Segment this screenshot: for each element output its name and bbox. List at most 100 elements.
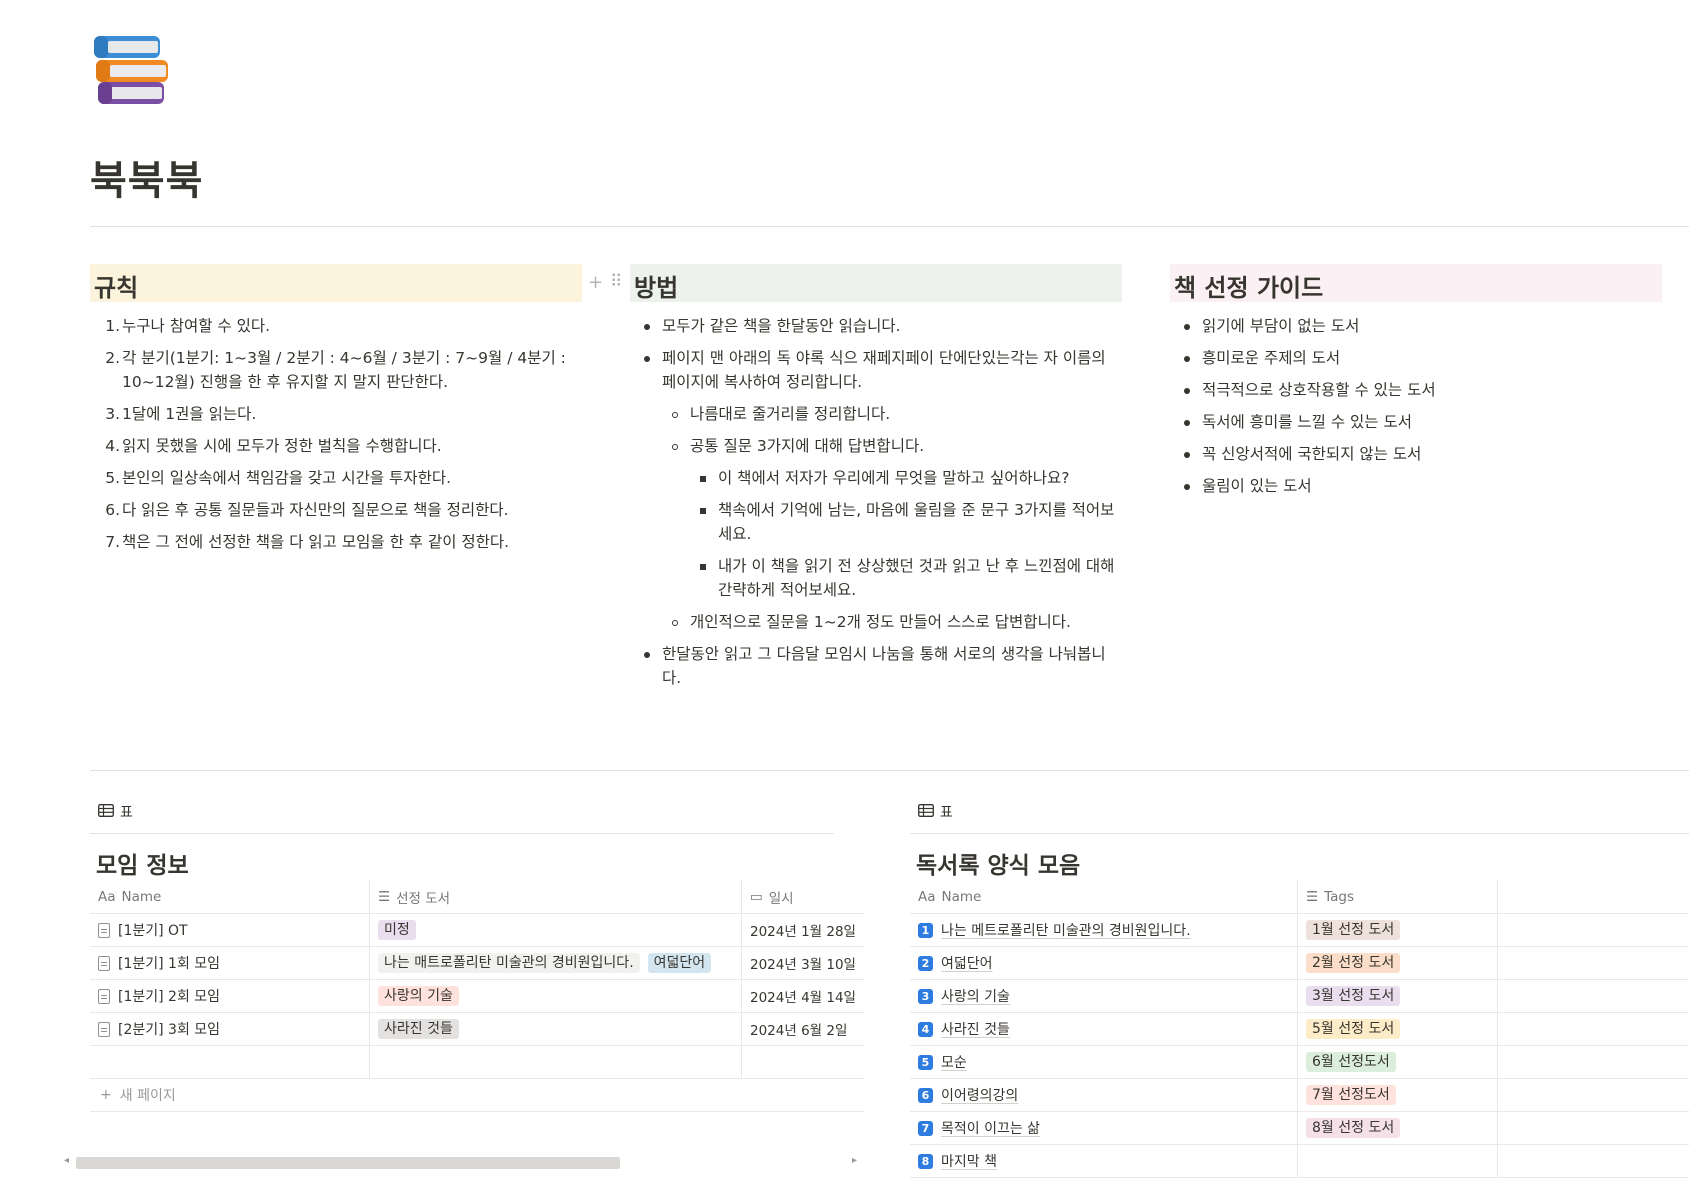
list-item[interactable]: 1. 누구나 참여할 수 있다.: [90, 314, 582, 338]
list-item[interactable]: 페이지 맨 아래의 독 야록 식으 재페지페이 단에단있는각는 자 이름의 페이…: [630, 346, 1122, 394]
tag-badge: 3월 선정 도서: [1306, 986, 1401, 1006]
books-stack-icon[interactable]: [92, 32, 168, 108]
table-row[interactable]: 5 모순 6월 선정도서: [910, 1046, 1689, 1079]
table-view-tab[interactable]: 표: [910, 800, 1689, 824]
column-header-tags[interactable]: ☰ Tags: [1298, 880, 1498, 913]
table-row[interactable]: [2분기] 3회 모임 사라진 것들 2024년 6월 2일: [90, 1013, 864, 1046]
list-item[interactable]: 7. 책은 그 전에 선정한 책을 다 읽고 모임을 한 후 같이 정한다.: [90, 530, 582, 554]
table-row[interactable]: 4 사라진 것들 5월 선정 도서: [910, 1013, 1689, 1046]
list-item[interactable]: 개인적으로 질문을 1~2개 정도 만들어 스스로 답변합니다.: [630, 610, 1122, 634]
bullet-icon: [700, 476, 706, 482]
list-item[interactable]: 적극적으로 상호작용할 수 있는 도서: [1170, 378, 1662, 402]
table-row[interactable]: [1분기] OT 미정 2024년 1월 28일: [90, 914, 864, 947]
add-block-icon[interactable]: +: [588, 272, 603, 293]
tag-badge: 6월 선정도서: [1306, 1052, 1396, 1072]
bullet-icon: [672, 444, 678, 450]
guide-column: 책 선정 가이드 읽기에 부담이 없는 도서 흥미로운 주제의 도서 적극적으로…: [1170, 264, 1662, 506]
list-item[interactable]: 책속에서 기억에 남는, 마음에 울림을 준 문구 3가지를 적어보세요.: [630, 498, 1122, 546]
method-heading[interactable]: 방법: [630, 264, 1122, 302]
list-item[interactable]: 이 책에서 저자가 우리에게 무엇을 말하고 싶어하나요?: [630, 466, 1122, 490]
list-item[interactable]: 내가 이 책을 읽기 전 상상했던 것과 읽고 난 후 느낀점에 대해 간략하게…: [630, 554, 1122, 602]
tag-badge: 8월 선정 도서: [1306, 1118, 1401, 1138]
list-item[interactable]: 2. 각 분기(1분기: 1~3월 / 2분기 : 4~6월 / 3분기 : 7~…: [90, 346, 582, 394]
empty-row[interactable]: [90, 1046, 864, 1079]
table-row[interactable]: 3 사랑의 기술 3월 선정 도서: [910, 980, 1689, 1013]
page-icon: [98, 1021, 110, 1037]
bullet-icon: [1184, 420, 1190, 426]
text-type-icon: Aa: [98, 888, 116, 905]
list-item[interactable]: 읽기에 부담이 없는 도서: [1170, 314, 1662, 338]
column-header-name[interactable]: Aa Name: [910, 880, 1298, 913]
scroll-left-icon[interactable]: ◂: [64, 1155, 69, 1166]
number-2-icon: 2: [918, 955, 933, 971]
text-type-icon: Aa: [918, 888, 936, 905]
table-header: Aa Name ☰ Tags: [910, 880, 1689, 914]
horizontal-scrollbar[interactable]: [76, 1157, 620, 1169]
page-icon: [98, 922, 110, 938]
list-item[interactable]: 흥미로운 주제의 도서: [1170, 346, 1662, 370]
list-type-icon: ☰: [1306, 888, 1319, 905]
bullet-icon: [1184, 324, 1190, 330]
list-item[interactable]: 한달동안 읽고 그 다음달 모임시 나눔을 통해 서로의 생각을 나눠봅니다.: [630, 642, 1122, 690]
bullet-icon: [644, 356, 650, 362]
meetings-database: 표 모임 정보 Aa Name ☰ 선정 도서 ▭ 일시 [1분기] OT 미정 20…: [90, 800, 864, 1112]
page-title[interactable]: 북북북: [90, 148, 203, 206]
bullet-icon: [700, 564, 706, 570]
list-item[interactable]: 5. 본인의 일상속에서 책임감을 갖고 시간을 투자한다.: [90, 466, 582, 490]
page-icon: [98, 988, 110, 1004]
title-divider: [90, 226, 1689, 227]
tag-badge: 7월 선정도서: [1306, 1085, 1396, 1105]
table-row[interactable]: 1 나는 메트로폴리탄 미술관의 경비원입니다. 1월 선정 도서: [910, 914, 1689, 947]
table-row[interactable]: 6 이어령의강의 7월 선정도서: [910, 1079, 1689, 1112]
table-view-tab[interactable]: 표: [90, 800, 834, 824]
table-icon: [918, 803, 934, 821]
table-row[interactable]: 2 여덟단어 2월 선정 도서: [910, 947, 1689, 980]
book-tag: 미정: [378, 920, 416, 940]
list-item[interactable]: 꼭 신앙서적에 국한되지 않는 도서: [1170, 442, 1662, 466]
number-1-icon: 1: [918, 922, 933, 938]
list-item[interactable]: 모두가 같은 책을 한달동안 읽습니다.: [630, 314, 1122, 338]
list-item[interactable]: 독서에 흥미를 느낄 수 있는 도서: [1170, 410, 1662, 434]
records-database: 표 독서록 양식 모음 Aa Name ☰ Tags 1 나는 메트로폴리탄 미술관의…: [910, 800, 1689, 1178]
scroll-right-icon[interactable]: ▸: [852, 1155, 857, 1166]
column-header-books[interactable]: ☰ 선정 도서: [370, 880, 742, 913]
database-title[interactable]: 모임 정보: [90, 846, 864, 880]
drag-handle-icon[interactable]: ⠿: [610, 272, 622, 292]
table-row[interactable]: 8 마지막 책: [910, 1145, 1689, 1178]
section-divider: [90, 770, 1689, 771]
page-icon: [98, 955, 110, 971]
database-title[interactable]: 독서록 양식 모음: [910, 846, 1689, 880]
table-row[interactable]: [1분기] 1회 모임 나는 매트로폴리탄 미술관의 경비원입니다. 여덟단어 2…: [90, 947, 864, 980]
list-item[interactable]: 울림이 있는 도서: [1170, 474, 1662, 498]
number-7-icon: 7: [918, 1120, 933, 1136]
bullet-icon: [1184, 484, 1190, 490]
method-column: 방법 모두가 같은 책을 한달동안 읽습니다. 페이지 맨 아래의 독 야록 식…: [630, 264, 1122, 698]
number-5-icon: 5: [918, 1054, 933, 1070]
book-tag: 사랑의 기술: [378, 986, 459, 1006]
list-item[interactable]: 공통 질문 3가지에 대해 답변합니다.: [630, 434, 1122, 458]
book-tag: 사라진 것들: [378, 1019, 459, 1039]
book-tag: 나는 매트로폴리탄 미술관의 경비원입니다.: [378, 953, 640, 973]
new-page-button[interactable]: + 새 페이지: [90, 1079, 864, 1112]
list-item[interactable]: 3. 1달에 1권을 읽는다.: [90, 402, 582, 426]
rules-column: 규칙 + ⠿ 1. 누구나 참여할 수 있다. 2. 각 분기(1분기: 1~3월 …: [90, 264, 622, 562]
list-item[interactable]: 6. 다 읽은 후 공통 질문들과 자신만의 질문으로 책을 정리한다.: [90, 498, 582, 522]
list-type-icon: ☰: [378, 888, 391, 905]
bullet-icon: [672, 412, 678, 418]
tag-badge: 5월 선정 도서: [1306, 1019, 1401, 1039]
bullet-icon: [1184, 452, 1190, 458]
table-row[interactable]: [1분기] 2회 모임 사랑의 기술 2024년 4월 14일: [90, 980, 864, 1013]
column-header-name[interactable]: Aa Name: [90, 880, 370, 913]
bullet-icon: [1184, 356, 1190, 362]
rules-heading[interactable]: 규칙: [90, 264, 582, 302]
guide-heading[interactable]: 책 선정 가이드: [1170, 264, 1662, 302]
calendar-icon: ▭: [750, 888, 763, 905]
table-row[interactable]: 7 목적이 이끄는 삶 8월 선정 도서: [910, 1112, 1689, 1145]
list-item[interactable]: 4. 읽지 못했을 시에 모두가 정한 벌칙을 수행합니다.: [90, 434, 582, 458]
list-item[interactable]: 나름대로 줄거리를 정리합니다.: [630, 402, 1122, 426]
table-icon: [98, 803, 114, 821]
method-list: 모두가 같은 책을 한달동안 읽습니다. 페이지 맨 아래의 독 야록 식으 재…: [630, 314, 1122, 690]
column-header-date[interactable]: ▭ 일시: [742, 880, 864, 913]
table-header: Aa Name ☰ 선정 도서 ▭ 일시: [90, 880, 864, 914]
book-tag: 여덟단어: [647, 953, 712, 973]
